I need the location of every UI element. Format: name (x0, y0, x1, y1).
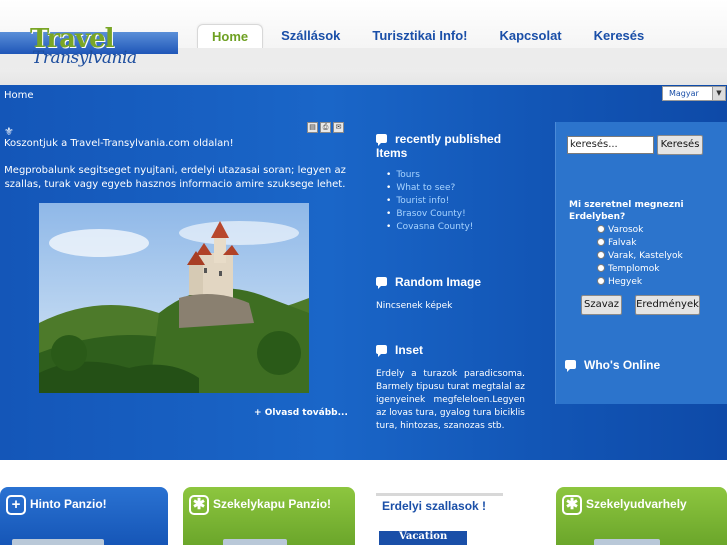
email-icon[interactable]: ✉ (333, 122, 344, 133)
footer-box-hinto[interactable]: + Hinto Panzio! (0, 487, 168, 545)
sidebar: keresés... Keresés Mi szeretnel megnezni… (555, 122, 727, 404)
plus-icon: + (254, 408, 262, 418)
radio-icon[interactable] (597, 251, 605, 259)
nav-szallasok[interactable]: Szállások (267, 24, 354, 48)
recent-item[interactable]: Brasov County! (396, 208, 473, 221)
main-content: Home Magyar ▼ ⚜ ▤ ⎙ ✉ Koszontjuk a Trave… (0, 85, 727, 460)
read-more-label: Olvasd tovább... (264, 408, 348, 418)
search-input[interactable]: keresés... (567, 136, 654, 154)
asterisk-icon: ✱ (189, 495, 209, 515)
recent-item[interactable]: What to see? (396, 182, 473, 195)
poll-option[interactable]: Hegyek (597, 276, 642, 288)
read-more-link[interactable]: + Olvasd tovább... (254, 408, 348, 418)
thumbnail-image (594, 539, 660, 545)
article-title: Koszontjuk a Travel-Transylvania.com old… (4, 138, 234, 149)
plus-icon: + (6, 495, 26, 515)
thumbnail-image (12, 539, 104, 545)
radio-icon[interactable] (597, 264, 605, 272)
nav-kereses[interactable]: Keresés (580, 24, 659, 48)
radio-icon[interactable] (597, 225, 605, 233)
footer-box-szekelyudvarhely[interactable]: ✱ Szekelyudvarhely (556, 487, 727, 545)
poll-option-label: Hegyek (608, 277, 643, 287)
recent-items-title: recently published Items (376, 132, 501, 160)
results-button[interactable]: Eredmények (635, 295, 700, 315)
random-image-label: Random Image (395, 275, 482, 289)
random-image-title: Random Image (376, 275, 481, 289)
chevron-down-icon[interactable]: ▼ (712, 87, 725, 100)
inset-title: Inset (376, 343, 423, 357)
fleur-icon: ⚜ (4, 125, 14, 138)
main-nav: Home Szállások Turisztikai Info! Kapcsol… (197, 24, 662, 48)
vacation-banner: Vacation (379, 531, 467, 545)
poll-option-label: Templomok (608, 264, 660, 274)
recent-items-list: Tours What to see? Tourist info! Brasov … (396, 169, 473, 234)
pdf-icon[interactable]: ▤ (307, 122, 318, 133)
nav-turisztikai-info[interactable]: Turisztikai Info! (358, 24, 481, 48)
footer-box-title: Erdelyi szallasok ! (382, 499, 487, 513)
asterisk-icon: ✱ (562, 495, 582, 515)
footer-box-label: Szekelyudvarhely (586, 497, 687, 512)
speech-bubble-icon (376, 345, 387, 357)
nav-home[interactable]: Home (197, 24, 264, 48)
footer-box-label: Szekelykapu Panzio! (213, 497, 332, 512)
poll-option[interactable]: Templomok (597, 263, 659, 275)
poll-option-label: Varosok (608, 225, 644, 235)
random-image-text: Nincsenek képek (376, 301, 453, 311)
poll-option-label: Falvak (608, 238, 637, 248)
language-select[interactable]: Magyar ▼ (662, 86, 726, 101)
language-selected: Magyar (669, 89, 699, 98)
poll-option[interactable]: Varosok (597, 224, 643, 236)
site-header: Travel Transylvania Home Szállások Turis… (0, 0, 727, 85)
site-logo[interactable]: Travel Transylvania (0, 24, 180, 70)
speech-bubble-icon (565, 360, 576, 372)
print-icon[interactable]: ⎙ (320, 122, 331, 133)
footer-box-label: Hinto Panzio! (30, 497, 107, 512)
inset-label: Inset (395, 343, 424, 357)
recent-item[interactable]: Tourist info! (396, 195, 473, 208)
thumbnail-image (223, 539, 287, 545)
search-button[interactable]: Keresés (657, 135, 703, 155)
poll-option[interactable]: Varak, Kastelyok (597, 250, 683, 262)
poll-question: Mi szeretnel megnezni Erdelyben? (569, 200, 684, 222)
footer-box-title: + Hinto Panzio! (6, 495, 107, 515)
recent-title-line2: Items (376, 146, 408, 160)
speech-bubble-icon (376, 277, 387, 289)
article-column: ⚜ ▤ ⎙ ✉ Koszontjuk a Travel-Transylvania… (0, 85, 350, 460)
logo-text-transylvania: Transylvania (32, 48, 137, 68)
vote-button[interactable]: Szavaz (581, 295, 622, 315)
footer-box-title: ✱ Szekelykapu Panzio! (189, 495, 331, 515)
whos-online-title: Who's Online (565, 358, 660, 372)
footer-box-title: ✱ Szekelyudvarhely (562, 495, 687, 515)
speech-bubble-icon (376, 134, 387, 146)
whos-online-label: Who's Online (584, 358, 661, 372)
footer-box-erdelyi[interactable]: Erdelyi szallasok ! Vacation (376, 493, 503, 545)
recent-item[interactable]: Tours (396, 169, 473, 182)
inset-text: Erdely a turazok paradicsoma. Barmely ti… (376, 369, 525, 431)
poll-option-label: Varak, Kastelyok (608, 251, 683, 261)
radio-icon[interactable] (597, 238, 605, 246)
poll-option[interactable]: Falvak (597, 237, 636, 249)
nav-kapcsolat[interactable]: Kapcsolat (486, 24, 576, 48)
bran-castle-photo (39, 203, 309, 393)
radio-icon[interactable] (597, 277, 605, 285)
recent-item[interactable]: Covasna County! (396, 221, 473, 234)
footer-box-szekelykapu[interactable]: ✱ Szekelykapu Panzio! (183, 487, 355, 545)
article-intro: Megprobalunk segitseget nyujtani, erdely… (4, 165, 346, 190)
recent-title-line1: recently published (395, 132, 502, 146)
footer-boxes: + Hinto Panzio! ✱ Szekelykapu Panzio! Erde… (0, 460, 727, 545)
